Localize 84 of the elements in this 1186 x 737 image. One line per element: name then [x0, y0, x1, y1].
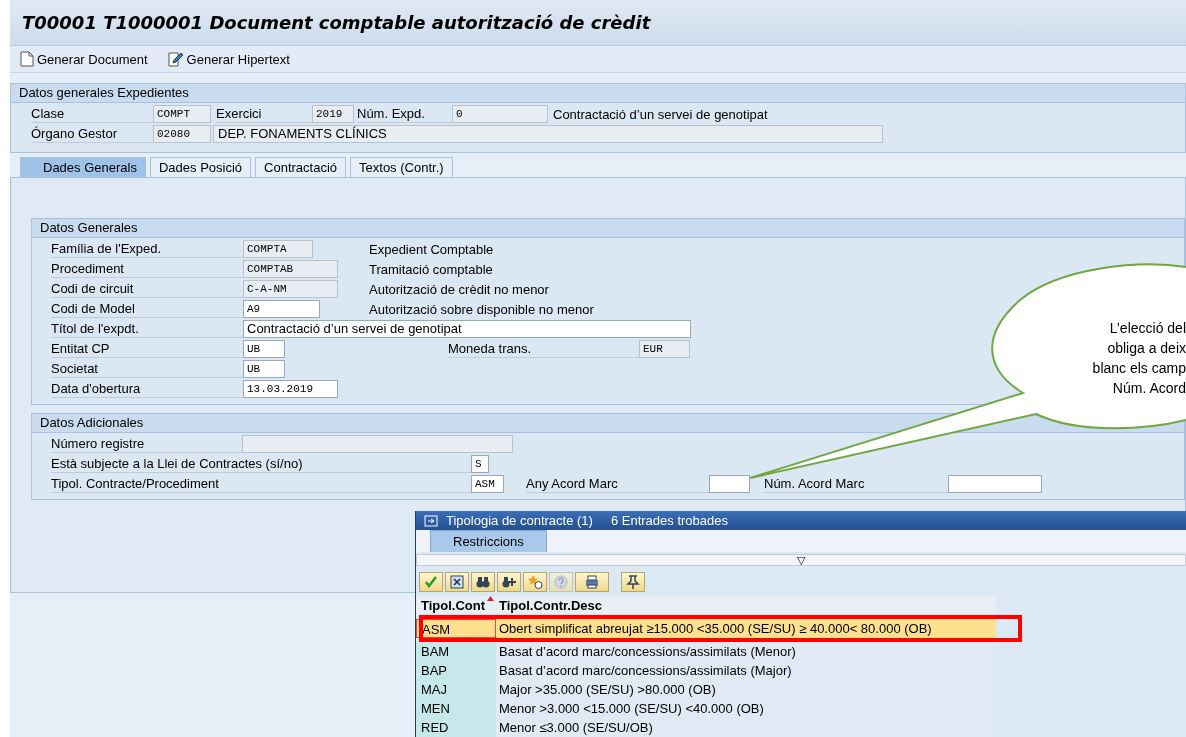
table-row[interactable]: MEN Menor >3.000 <15.000 (SE/SU) <40.000 (OB): [416, 699, 996, 718]
binoculars-icon: [475, 574, 491, 590]
column-header[interactable]: Tipol.Cont: [416, 596, 496, 615]
input-field[interactable]: A9: [243, 300, 320, 318]
table-row[interactable]: RED Menor ≤3.000 (SE/SU/OB): [416, 718, 996, 737]
binoculars-plus-button[interactable]: [497, 572, 521, 592]
document-icon: [20, 51, 34, 67]
input-field[interactable]: UB: [243, 340, 285, 358]
field-label: Societat: [51, 360, 243, 378]
printer-button[interactable]: [575, 572, 609, 592]
field-label: Està subjecte a la Llei de Contractes (sí/no): [51, 455, 471, 473]
callout-text: L’elecció del obliga a deix blanc els camp Núm. Acord: [1091, 319, 1186, 398]
field-label: Data d'obertura: [51, 380, 243, 398]
field-label: Procediment: [51, 260, 243, 278]
binoculars-button[interactable]: [471, 572, 495, 592]
field-label: Codi de Model: [51, 300, 243, 318]
pin-button[interactable]: [621, 572, 645, 592]
table-row[interactable]: ASM Obert simplificat abreujat ≥15.000 <35.000 (SE/SU) ≥ 40.000< 80.000 (OB): [416, 619, 996, 638]
table-cell: MEN: [416, 699, 496, 718]
field-label: Moneda trans.: [448, 340, 639, 358]
dialog-title: Tipologia de contracte (1): [446, 513, 593, 528]
table-row[interactable]: BAP Basat d’acord marc/concessions/assimilats (Major): [416, 661, 996, 680]
table-cell: RED: [416, 718, 496, 737]
input-field[interactable]: S: [471, 455, 489, 473]
tab[interactable]: Textos (Contr.): [350, 157, 453, 177]
field-description: Tramitació comptable: [369, 261, 493, 277]
binoculars-plus-icon: [501, 574, 517, 590]
star-icon: [527, 574, 543, 590]
table-cell: ASM: [416, 619, 496, 638]
input-field[interactable]: 13.03.2019: [243, 380, 338, 398]
check-button[interactable]: [419, 572, 443, 592]
table-row[interactable]: MAJ Major >35.000 (SE/SU) >80.000 (OB): [416, 680, 996, 699]
entries-count: 6 Entrades trobades: [610, 513, 728, 528]
toolbar-button[interactable]: Generar Document: [18, 50, 150, 68]
check-icon: [423, 574, 439, 590]
input-field: C-A-NM: [243, 280, 338, 298]
field-description: Expedient Comptable: [369, 241, 494, 257]
toggle-arrow[interactable]: ▽: [797, 555, 805, 565]
table-cell: BAM: [416, 642, 496, 661]
field-label: Entitat CP: [51, 340, 243, 358]
field-description: Contractació d’un servei de genotipat: [553, 106, 768, 122]
input-field: EUR: [639, 340, 690, 358]
star-button[interactable]: [523, 572, 547, 592]
column-header[interactable]: Tipol.Contr.Desc: [496, 596, 996, 615]
input-field[interactable]: Contractació d’un servei de genotipat: [243, 320, 691, 338]
input-field: 0: [452, 105, 548, 123]
cancel-icon: [449, 574, 465, 590]
input-field: 2019: [312, 105, 354, 123]
window-title: T00001 T1000001 Document comptable autorització de crèdit: [22, 12, 651, 33]
input-field: COMPTA: [243, 240, 313, 258]
input-field: 02080: [153, 125, 211, 143]
input-field[interactable]: ASM: [471, 475, 504, 493]
input-field[interactable]: UB: [243, 360, 285, 378]
pin-icon: [625, 574, 641, 590]
field-label: Codi de circuit: [51, 280, 243, 298]
toolbar-button[interactable]: Generar Hipertext: [165, 50, 292, 68]
tab[interactable]: Dades Generals: [20, 157, 146, 177]
field-label: Títol de l'expdt.: [51, 320, 243, 338]
window-icon: [424, 514, 438, 527]
input-field: COMPTAB: [243, 260, 338, 278]
field-description: Autorització sobre disponible no menor: [369, 301, 594, 317]
field-label: Tipol. Contracte/Procediment: [51, 475, 471, 493]
edit-icon: [167, 51, 184, 67]
input-field: COMPT: [153, 105, 211, 123]
group-title: Datos Generales: [32, 219, 1184, 238]
display-field: DEP. FONAMENTS CLÍNICS: [213, 125, 883, 143]
field-label: Número registre: [51, 435, 242, 453]
tab[interactable]: Dades Posició: [149, 157, 252, 177]
table-cell: BAP: [416, 661, 496, 680]
collapse-bar[interactable]: ▽: [416, 554, 1186, 566]
cancel-button[interactable]: [445, 572, 469, 592]
field-label: Any Acord Marc: [526, 475, 709, 493]
input-field[interactable]: [948, 475, 1042, 493]
field-label: Família de l'Exped.: [51, 240, 243, 258]
table-cell: Obert simplificat abreujat ≥15.000 <35.000 (SE/SU) ≥ 40.000< 80.000 (OB): [496, 619, 996, 638]
tab[interactable]: Restriccions: [430, 530, 547, 552]
printer-icon: [584, 574, 600, 590]
group-title: Datos generales Expedientes: [11, 84, 1185, 103]
tab[interactable]: Contractació: [255, 157, 347, 177]
table-cell: MAJ: [416, 680, 496, 699]
help-icon: [553, 574, 569, 590]
input-field[interactable]: [709, 475, 750, 493]
field-description: Autorització de crèdit no menor: [369, 281, 549, 297]
table-row[interactable]: BAM Basat d’acord marc/concessions/assimilats (Menor): [416, 642, 996, 661]
